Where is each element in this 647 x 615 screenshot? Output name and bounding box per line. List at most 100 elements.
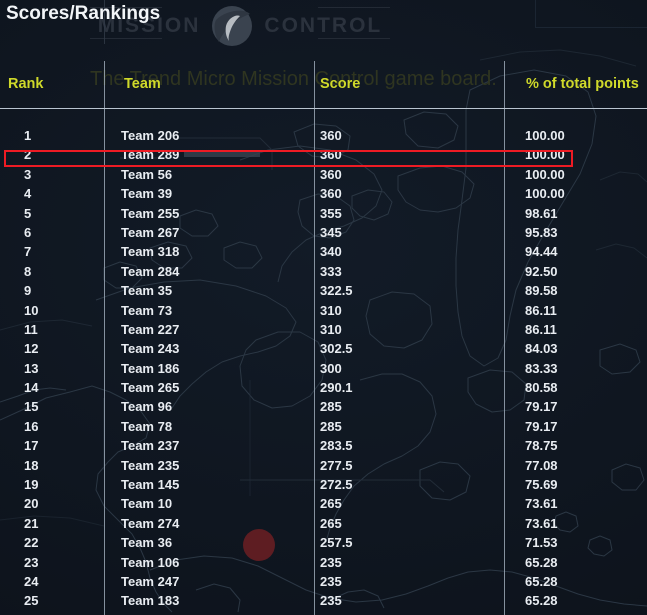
cell-team: Team 265 [121,380,180,396]
cell-percent: 75.69 [525,477,558,493]
header-underline [0,108,647,109]
cell-team: Team 96 [121,399,173,415]
cell-percent: 77.08 [525,457,558,473]
cell-score: 302.5 [320,341,353,357]
table-row[interactable]: 17 Team 237 283.5 78.75 [0,436,647,455]
cell-score: 310 [320,321,342,337]
cell-team: Team 289 [121,147,180,163]
table-row[interactable]: 20 Team 10 265 73.61 [0,494,647,513]
table-row[interactable]: 9 Team 35 322.5 89.58 [0,281,647,300]
cell-percent: 92.50 [525,263,558,279]
table-row[interactable]: 15 Team 96 285 79.17 [0,397,647,416]
table-row[interactable]: 23 Team 106 235 65.28 [0,553,647,572]
table-row[interactable]: 11 Team 227 310 86.11 [0,320,647,339]
cell-team: Team 237 [121,438,180,454]
cell-percent: 73.61 [525,496,558,512]
table-row[interactable]: 22 Team 36 257.5 71.53 [0,533,647,552]
cell-percent: 80.58 [525,380,558,396]
cell-percent: 73.61 [525,515,558,531]
page-title: Scores/Rankings [6,3,161,24]
cell-percent: 83.33 [525,360,558,376]
table-row[interactable]: 6 Team 267 345 95.83 [0,223,647,242]
cell-rank: 23 [24,554,39,570]
cell-rank: 3 [24,166,32,182]
cell-score: 285 [320,418,342,434]
table-row[interactable]: 1 Team 206 360 100.00 [0,126,647,145]
cell-score: 360 [320,166,342,182]
cell-score: 257.5 [320,535,353,551]
cell-rank: 2 [24,147,32,163]
scores-rankings-screen: MISSION CONTROL The Trend Micro Mission … [0,0,647,615]
cell-percent: 94.44 [525,244,558,260]
cell-score: 300 [320,360,342,376]
table-row[interactable]: 16 Team 78 285 79.17 [0,417,647,436]
cell-rank: 12 [24,341,39,357]
cell-percent: 79.17 [525,418,558,434]
table-row[interactable]: 24 Team 247 235 65.28 [0,572,647,591]
cell-score: 360 [320,128,342,143]
cell-percent: 100.00 [525,128,565,143]
table-row[interactable]: 25 Team 183 235 65.28 [0,591,647,610]
cell-percent: 100.00 [525,166,565,182]
cell-team: Team 267 [121,224,180,240]
column-header-score[interactable]: Score [320,76,360,92]
cell-rank: 25 [24,593,39,609]
cell-score: 283.5 [320,438,353,454]
table-row[interactable]: 7 Team 318 340 94.44 [0,242,647,261]
cell-team: Team 247 [121,573,180,589]
cell-rank: 20 [24,496,39,512]
cell-score: 340 [320,244,342,260]
cell-rank: 22 [24,535,39,551]
table-row[interactable]: 10 Team 73 310 86.11 [0,301,647,320]
cell-rank: 5 [24,205,32,221]
cell-rank: 11 [24,321,38,337]
table-row[interactable]: 3 Team 56 360 100.00 [0,165,647,184]
table-row[interactable]: 13 Team 186 300 83.33 [0,359,647,378]
cell-score: 235 [320,573,342,589]
cell-rank: 17 [24,438,39,454]
cell-rank: 1 [24,128,32,143]
cell-percent: 89.58 [525,283,558,299]
table-row[interactable]: 19 Team 145 272.5 75.69 [0,475,647,494]
table-row[interactable]: 2 Team 289 360 100.00 [0,145,647,164]
cell-rank: 16 [24,418,39,434]
cell-score: 285 [320,399,342,415]
cell-rank: 10 [24,302,39,318]
table-row[interactable]: 12 Team 243 302.5 84.03 [0,339,647,358]
cell-team: Team 274 [121,515,180,531]
column-header-pct[interactable]: % of total points [526,76,639,92]
cell-score: 290.1 [320,380,353,396]
table-row[interactable]: 14 Team 265 290.1 80.58 [0,378,647,397]
cell-percent: 100.00 [525,147,565,163]
cell-score: 235 [320,593,342,609]
cell-percent: 71.53 [525,535,558,551]
cell-rank: 6 [24,224,32,240]
cell-team: Team 73 [121,302,173,318]
cell-score: 310 [320,302,342,318]
cell-score: 277.5 [320,457,353,473]
table-row[interactable]: 5 Team 255 355 98.61 [0,204,647,223]
scores-table: Rank Team Score % of total points 1 Team … [0,0,647,615]
cell-team: Team 145 [121,477,180,493]
table-row[interactable]: 4 Team 39 360 100.00 [0,184,647,203]
cell-score: 345 [320,224,342,240]
cell-percent: 84.03 [525,341,558,357]
table-row[interactable]: 21 Team 274 265 73.61 [0,514,647,533]
cell-score: 322.5 [320,283,353,299]
table-row[interactable]: 18 Team 235 277.5 77.08 [0,456,647,475]
cell-score: 265 [320,496,342,512]
cell-team: Team 78 [121,418,173,434]
column-header-team[interactable]: Team [124,76,161,92]
table-row[interactable]: 8 Team 284 333 92.50 [0,262,647,281]
cell-percent: 95.83 [525,224,558,240]
cell-rank: 9 [24,283,32,299]
cell-percent: 79.17 [525,399,558,415]
cell-score: 360 [320,147,342,163]
cell-percent: 100.00 [525,186,565,202]
cell-team: Team 318 [121,244,180,260]
cell-score: 355 [320,205,342,221]
cell-score: 333 [320,263,342,279]
column-header-rank[interactable]: Rank [8,76,43,92]
cell-team: Team 183 [121,593,180,609]
cell-rank: 15 [24,399,39,415]
